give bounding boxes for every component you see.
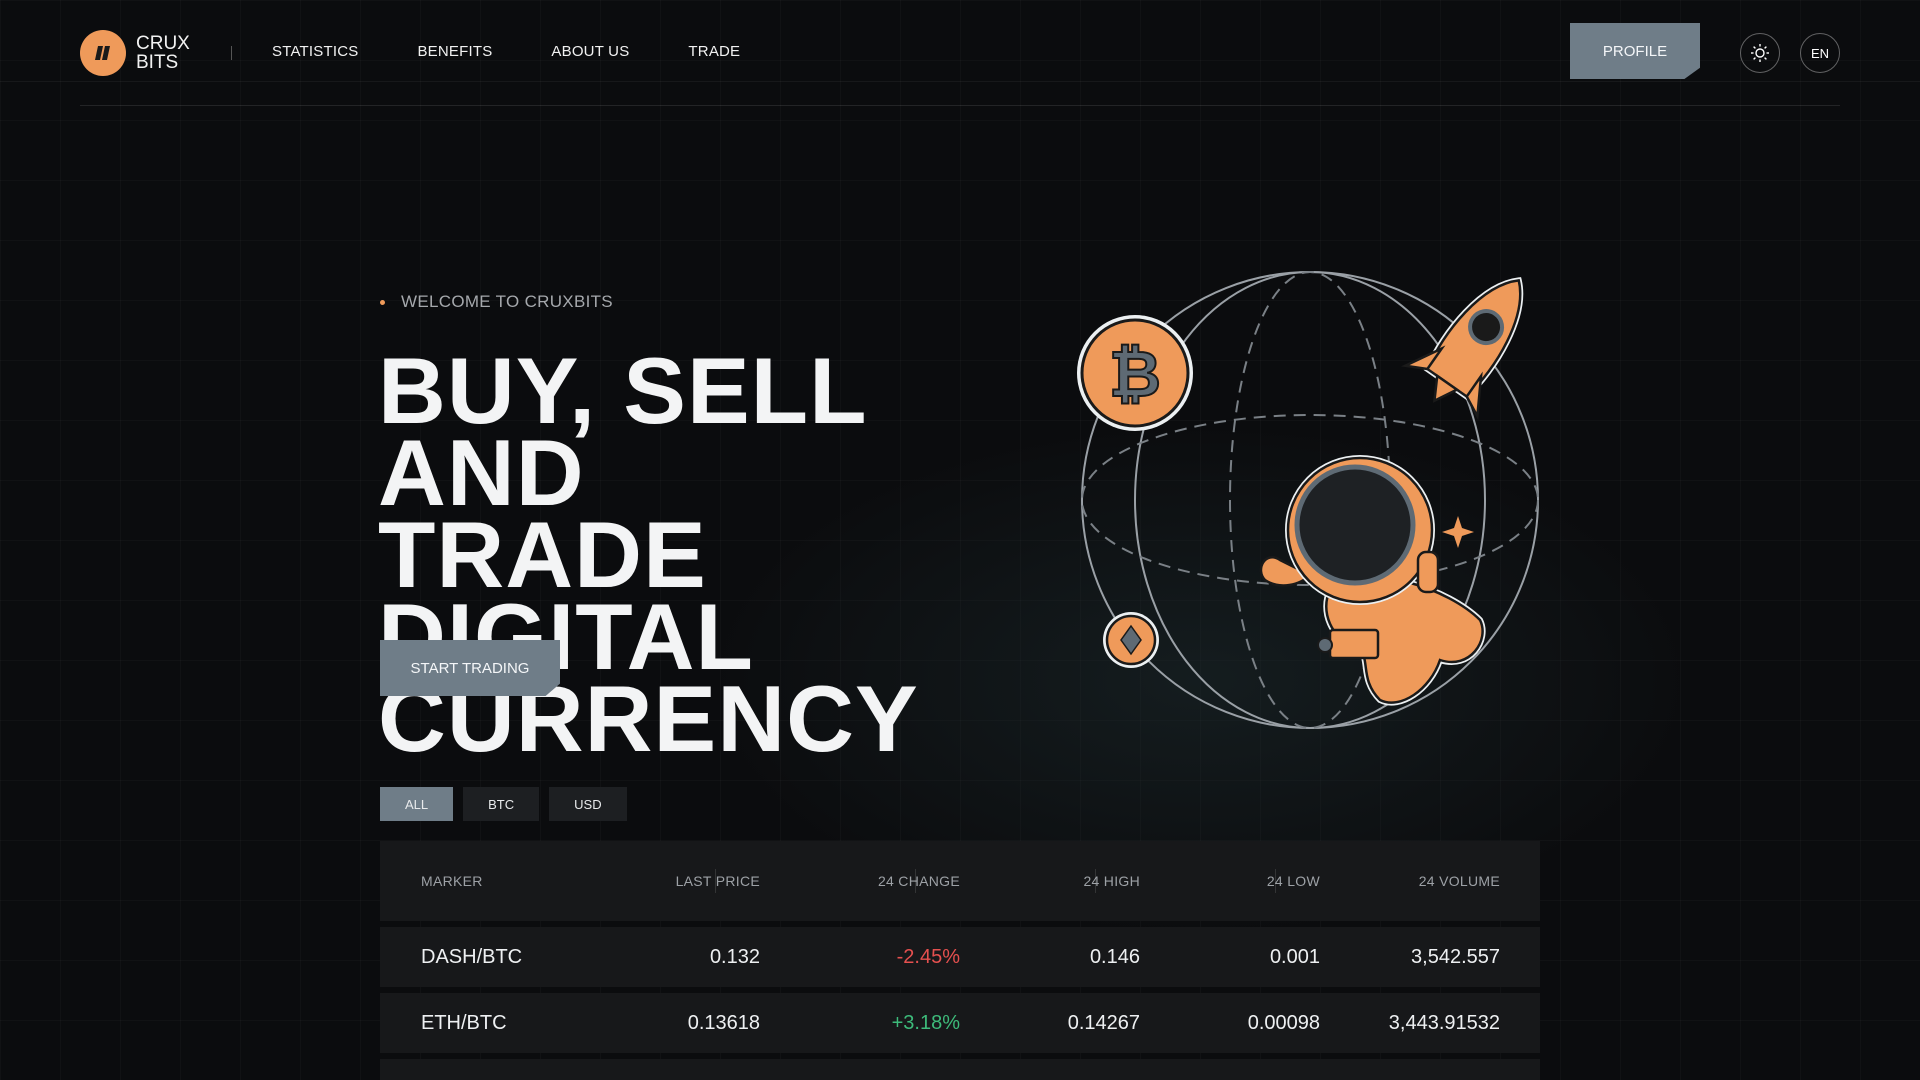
ethereum-coin-icon (1103, 612, 1159, 668)
cell-last-price: 0.132 (709, 945, 760, 968)
brand-name: CRUX BITS (136, 34, 190, 72)
brand-logo[interactable]: CRUX BITS (80, 30, 190, 76)
filter-all-button[interactable]: ALL (380, 787, 454, 821)
theme-toggle-button[interactable] (1740, 33, 1780, 73)
main-nav: STATISTICS BENEFITS ABOUT US TRADE (272, 43, 799, 60)
nav-about-us[interactable]: ABOUT US (551, 43, 629, 60)
language-label: EN (1810, 45, 1830, 61)
sun-icon (1751, 44, 1769, 62)
cell-volume: 3,443.91532 (1388, 1011, 1500, 1034)
table-row-partial (380, 1059, 1540, 1080)
language-button[interactable]: EN (1800, 33, 1840, 73)
cell-marker: DASH/BTC (421, 945, 523, 968)
nav-trade[interactable]: TRADE (688, 43, 740, 60)
svg-text:₿: ₿ (1109, 338, 1161, 412)
cell-change: -2.45% (896, 945, 960, 968)
cell-low: 0.001 (1269, 945, 1320, 968)
logo-mark-icon (80, 30, 126, 76)
hero-eyebrow: WELCOME TO CRUXBITS (380, 292, 613, 312)
hero-title-line: BUY, SELL AND (378, 338, 866, 525)
table-header-row: MARKER LAST PRICE 24 CHANGE 24 HIGH 24 L… (380, 841, 1540, 921)
market-filters: ALL BTC USD (380, 787, 627, 821)
profile-button[interactable]: PROFILE (1570, 23, 1700, 79)
rocket-icon (1401, 277, 1524, 421)
astronaut-icon (1259, 455, 1486, 706)
header-divider (80, 105, 1840, 106)
column-header-low[interactable]: 24 LOW (1095, 869, 1320, 893)
bitcoin-coin-icon: ₿ (1077, 315, 1193, 431)
astronaut-globe-illustration: ₿ (1077, 271, 1539, 729)
column-header-marker[interactable]: MARKER (380, 873, 640, 889)
brand-name-line2: BITS (136, 52, 179, 73)
nav-statistics[interactable]: STATISTICS (272, 43, 358, 60)
column-header-last-price[interactable]: LAST PRICE (640, 873, 760, 889)
logo-separator (231, 46, 232, 60)
cell-last-price: 0.13618 (687, 1011, 760, 1034)
eyebrow-dot (380, 299, 385, 305)
column-header-change[interactable]: 24 CHANGE (715, 869, 960, 893)
eyebrow-text: WELCOME TO CRUXBITS (401, 292, 613, 311)
filter-btc-button[interactable]: BTC (463, 787, 540, 821)
cell-marker: ETH/BTC (421, 1011, 507, 1034)
column-header-volume[interactable]: 24 VOLUME (1275, 869, 1500, 893)
hero-title: BUY, SELL AND TRADE DIGITAL CURRENCY (378, 338, 1078, 766)
cell-high: 0.14267 (1067, 1011, 1140, 1034)
cell-low: 0.00098 (1247, 1011, 1320, 1034)
cell-change: +3.18% (891, 1011, 960, 1034)
column-header-high[interactable]: 24 HIGH (915, 869, 1140, 893)
table-row[interactable]: DASH/BTC 0.132 -2.45% 0.146 0.001 3,542.… (380, 927, 1540, 987)
start-trading-button[interactable]: START TRADING (380, 640, 560, 696)
sparkle-icon (1442, 516, 1474, 548)
cell-high: 0.146 (1089, 945, 1140, 968)
filter-usd-button[interactable]: USD (549, 787, 627, 821)
table-row[interactable]: ETH/BTC 0.13618 +3.18% 0.14267 0.00098 3… (380, 993, 1540, 1053)
brand-name-line1: CRUX (136, 33, 190, 54)
market-table: MARKER LAST PRICE 24 CHANGE 24 HIGH 24 L… (380, 841, 1540, 1080)
nav-benefits[interactable]: BENEFITS (417, 43, 492, 60)
cell-volume: 3,542.557 (1411, 945, 1500, 968)
